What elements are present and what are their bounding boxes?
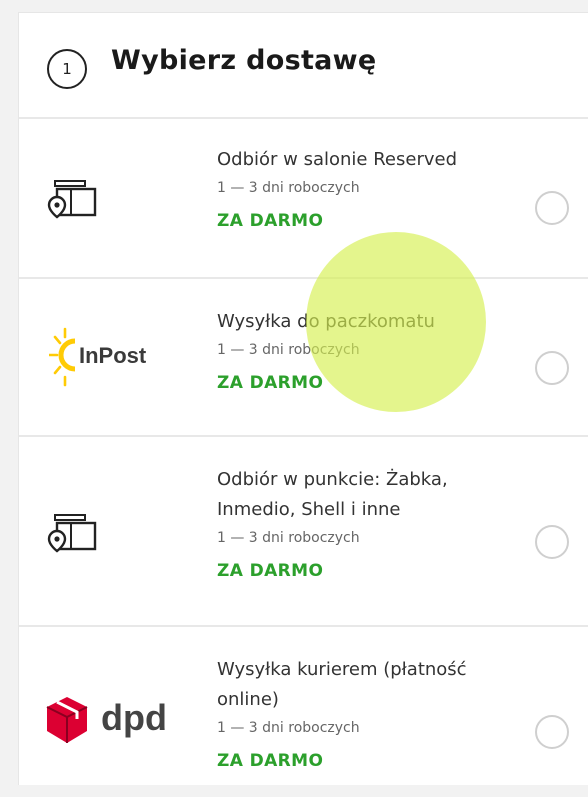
option-name-line1: Wysyłka kurierem (płatność (217, 659, 467, 680)
option-name-line2: online) (217, 689, 279, 710)
delivery-option-pickup-point[interactable]: Odbiór w punkcie: Żabka, Inmedio, Shell … (19, 437, 588, 627)
option-name: Wysyłka do paczkomatu (217, 311, 435, 332)
option-delivery-time: 1 — 3 dni roboczych (217, 180, 360, 196)
radio-button[interactable] (535, 351, 569, 385)
radio-button[interactable] (535, 191, 569, 225)
option-name: Odbiór w salonie Reserved (217, 149, 458, 170)
dpd-logo-text: dpd (101, 697, 167, 738)
pickup-point-icon (45, 507, 175, 567)
page-title: Wybierz dostawę (111, 45, 377, 76)
step-number-badge: 1 (47, 49, 87, 89)
dpd-logo: dpd (45, 691, 175, 751)
option-name-line1: Odbiór w punkcie: Żabka, (217, 469, 448, 490)
option-delivery-time: 1 — 3 dni roboczych (217, 342, 360, 358)
radio-button[interactable] (535, 525, 569, 559)
store-pickup-icon (45, 173, 175, 233)
inpost-logo-text: InPost (79, 343, 147, 368)
option-price: ZA DARMO (217, 561, 324, 581)
delivery-option-salon[interactable]: Odbiór w salonie Reserved 1 — 3 dni robo… (19, 117, 588, 279)
delivery-panel: 1 Wybierz dostawę Odbiór w salonie Reser… (18, 12, 588, 785)
option-delivery-time: 1 — 3 dni roboczych (217, 720, 360, 736)
option-price: ZA DARMO (217, 373, 324, 393)
radio-button[interactable] (535, 715, 569, 749)
option-price: ZA DARMO (217, 751, 324, 771)
option-price: ZA DARMO (217, 211, 324, 231)
inpost-logo: InPost (45, 327, 175, 387)
delivery-header: 1 Wybierz dostawę (19, 13, 588, 119)
option-delivery-time: 1 — 3 dni roboczych (217, 530, 360, 546)
option-name-line2: Inmedio, Shell i inne (217, 499, 401, 520)
delivery-option-paczkomat[interactable]: InPost Wysyłka do paczkomatu 1 — 3 dni r… (19, 279, 588, 437)
delivery-option-courier[interactable]: dpd Wysyłka kurierem (płatność online) 1… (19, 627, 588, 797)
